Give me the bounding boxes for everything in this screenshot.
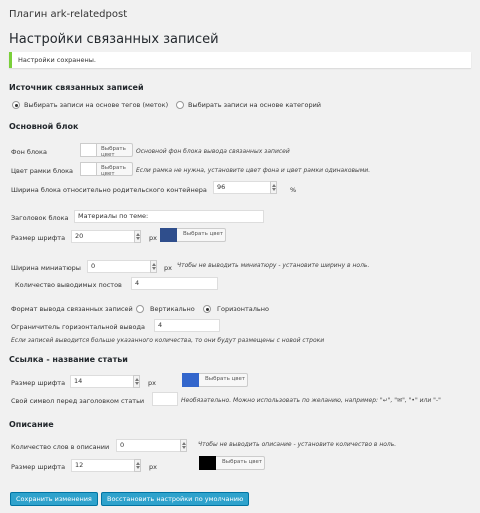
desc-font-spinner[interactable] [134,459,141,472]
page-title: Настройки связанных записей [9,32,219,47]
border-label: Цвет рамки блока [11,167,74,175]
source-option-tags-label: Выбирать записи на основе тегов (меток) [24,101,169,109]
words-input[interactable]: 0 [116,439,187,452]
thumb-unit: px [164,264,172,272]
bg-color-swatch [80,143,97,157]
notice-text: Настройки сохранены. [18,56,96,64]
bg-color-button[interactable]: Выбрать цвет [101,146,132,158]
width-label: Ширина блока относительно родительского … [11,186,207,194]
words-hint: Чтобы не выводить описание - установите … [198,441,397,448]
font-unit: px [149,234,157,242]
bg-color-picker[interactable]: Выбрать цвет [80,143,133,158]
desc-color-button[interactable]: Выбрать цвет [222,459,262,465]
format-label: Формат вывода связанных записей [11,305,133,313]
link-font-spinner[interactable] [133,375,140,388]
font-color-picker[interactable]: Выбрать цвет [160,228,226,242]
words-label: Количество слов в описании [11,443,110,451]
link-color-button[interactable]: Выбрать цвет [205,376,245,382]
width-unit: % [290,186,297,194]
font-label: Размер шрифта [11,234,66,242]
font-color-swatch [160,228,177,242]
desc-color-swatch [199,456,216,470]
thumb-spinner[interactable] [150,260,157,273]
thumb-input[interactable]: 0 [87,260,157,273]
format-horizontal-label: Горизонтально [217,305,269,313]
source-heading: Источник связанных записей [9,83,144,92]
border-color-button[interactable]: Выбрать цвет [101,165,132,177]
border-color-swatch [80,162,97,176]
link-color-picker[interactable]: Выбрать цвет [182,373,248,387]
words-spinner[interactable] [180,439,187,452]
source-radio-tags[interactable] [12,101,20,109]
font-spinner[interactable] [134,230,141,243]
link-color-swatch [182,373,199,387]
link-font-label: Размер шрифта [11,379,66,387]
bg-hint: Основной фон блока вывода связанных запи… [136,148,290,155]
format-radio-horizontal[interactable] [203,305,211,313]
border-hint: Если рамка не нужна, установите цвет фон… [136,167,371,174]
source-radio-categories[interactable] [176,101,184,109]
link-heading: Ссылка - название статьи [9,355,128,364]
thumb-label: Ширина миниатюры [11,264,81,272]
thumb-hint: Чтобы не выводить миниатюру - установите… [177,262,370,269]
plugin-title: Плагин ark-relatedpost [9,9,128,20]
title-input[interactable]: Материалы по теме: [74,210,264,223]
count-input[interactable]: 4 [131,277,218,290]
font-input[interactable]: 20 [71,230,141,243]
main-block-heading: Основной блок [9,122,79,131]
desc-font-unit: px [149,463,157,471]
symbol-label: Свой символ перед заголовком статьи [11,397,145,405]
bg-label: Фон блока [11,148,47,156]
link-font-input[interactable]: 14 [70,375,140,388]
desc-font-input[interactable]: 12 [71,459,141,472]
width-spinner[interactable] [270,181,277,194]
limiter-hint: Если записей выводится больше указанного… [11,337,325,344]
limiter-label: Ограничитель горизонтальной выводa [11,323,145,331]
desc-color-picker[interactable]: Выбрать цвет [199,456,265,470]
limiter-input[interactable]: 4 [154,319,220,332]
format-vertical-label: Вертикально [150,305,195,313]
save-button[interactable]: Сохранить изменения [10,492,98,506]
reset-button[interactable]: Восстановить настройки по умолчанию [101,492,250,506]
symbol-input[interactable] [152,392,178,406]
symbol-hint: Необязательно. Можно использовать по жел… [181,397,441,404]
border-color-picker[interactable]: Выбрать цвет [80,162,133,177]
font-color-button[interactable]: Выбрать цвет [183,231,223,237]
title-label: Заголовок блока [11,214,69,222]
description-heading: Описание [9,420,54,429]
desc-font-label: Размер шрифта [11,463,66,471]
width-input[interactable]: 96 [213,181,277,194]
notice-saved: Настройки сохранены. [9,52,471,68]
format-radio-vertical[interactable] [136,305,144,313]
source-option-categories-label: Выбирать записи на основе категорий [188,101,322,109]
count-label: Количество выводимых постов [15,281,122,289]
link-font-unit: px [148,379,156,387]
